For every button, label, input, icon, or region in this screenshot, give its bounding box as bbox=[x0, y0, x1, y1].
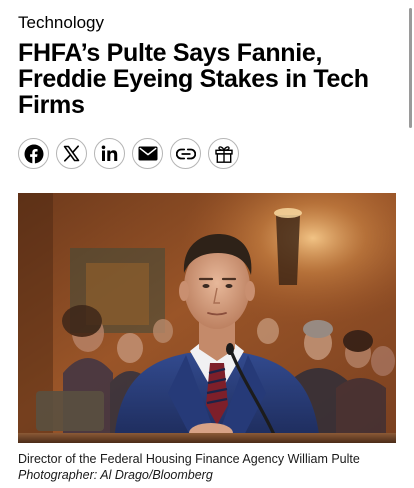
article-headline: FHFA’s Pulte Says Fannie, Freddie Eyeing… bbox=[18, 39, 369, 119]
share-linkedin-button[interactable] bbox=[94, 138, 125, 169]
gift-icon bbox=[214, 145, 233, 163]
photo-caption: Director of the Federal Housing Finance … bbox=[18, 451, 398, 483]
x-icon bbox=[63, 145, 80, 162]
share-facebook-button[interactable] bbox=[18, 138, 49, 169]
scrollbar[interactable] bbox=[409, 8, 412, 128]
category-link[interactable]: Technology bbox=[18, 12, 104, 34]
caption-text: Director of the Federal Housing Finance … bbox=[18, 452, 360, 466]
linkedin-icon bbox=[101, 145, 117, 161]
share-toolbar bbox=[18, 138, 239, 170]
copy-link-button[interactable] bbox=[170, 138, 201, 169]
photo-credit: Photographer: Al Drago/Bloomberg bbox=[18, 468, 213, 482]
share-x-button[interactable] bbox=[56, 138, 87, 169]
facebook-icon bbox=[24, 144, 43, 163]
mail-icon bbox=[138, 146, 157, 161]
gift-article-button[interactable] bbox=[208, 138, 239, 169]
article-photo bbox=[18, 193, 396, 443]
link-icon bbox=[175, 148, 196, 159]
share-email-button[interactable] bbox=[132, 138, 163, 169]
